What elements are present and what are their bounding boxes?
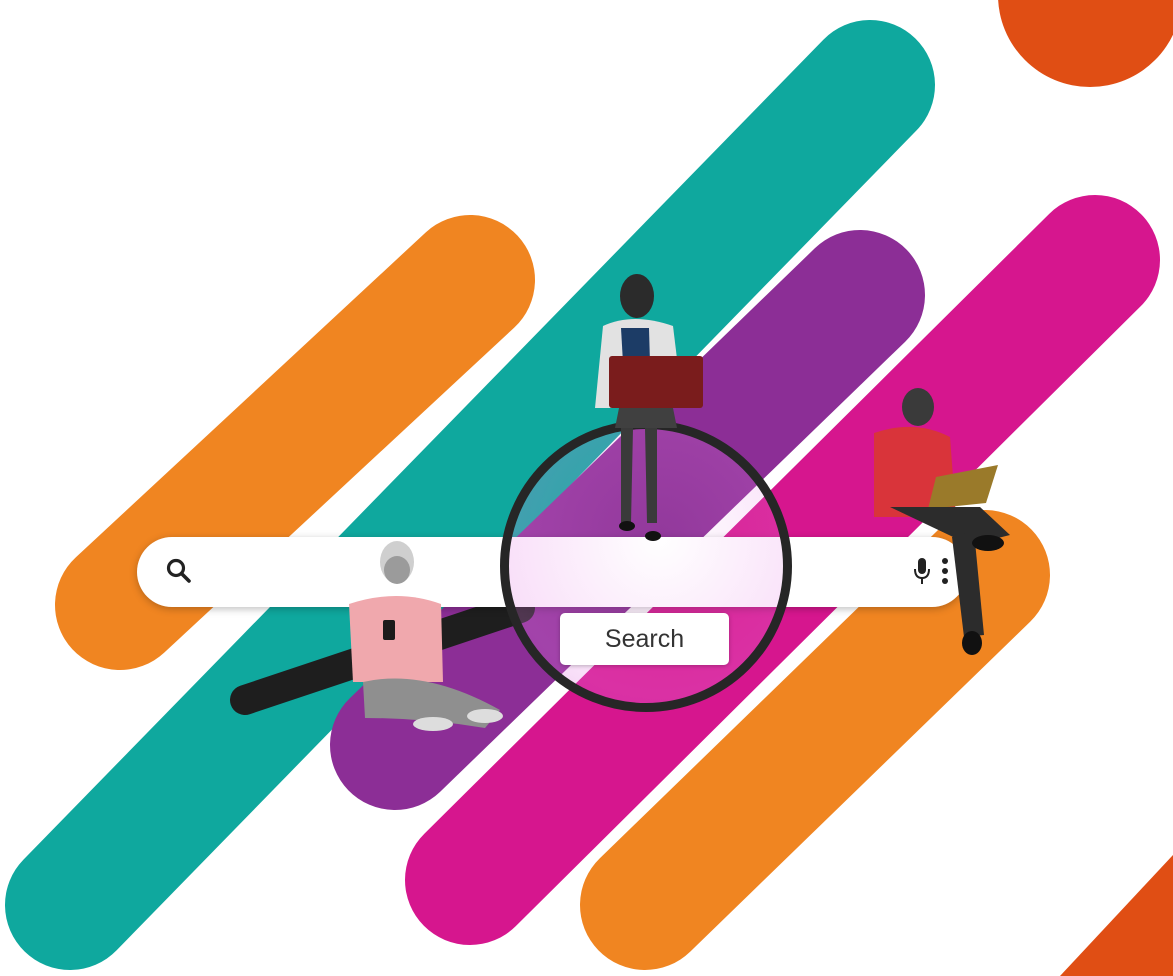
woman-with-laptop-figure	[595, 274, 703, 541]
woman-with-phone-figure	[349, 541, 503, 731]
corner-triangle-bottom-right	[1060, 855, 1173, 976]
man-with-laptop-figure	[874, 388, 1010, 655]
illustration-stage: Search	[0, 0, 1173, 976]
search-button[interactable]: Search	[560, 613, 729, 665]
search-icon[interactable]	[165, 557, 193, 585]
corner-circle-top-right	[998, 0, 1173, 87]
